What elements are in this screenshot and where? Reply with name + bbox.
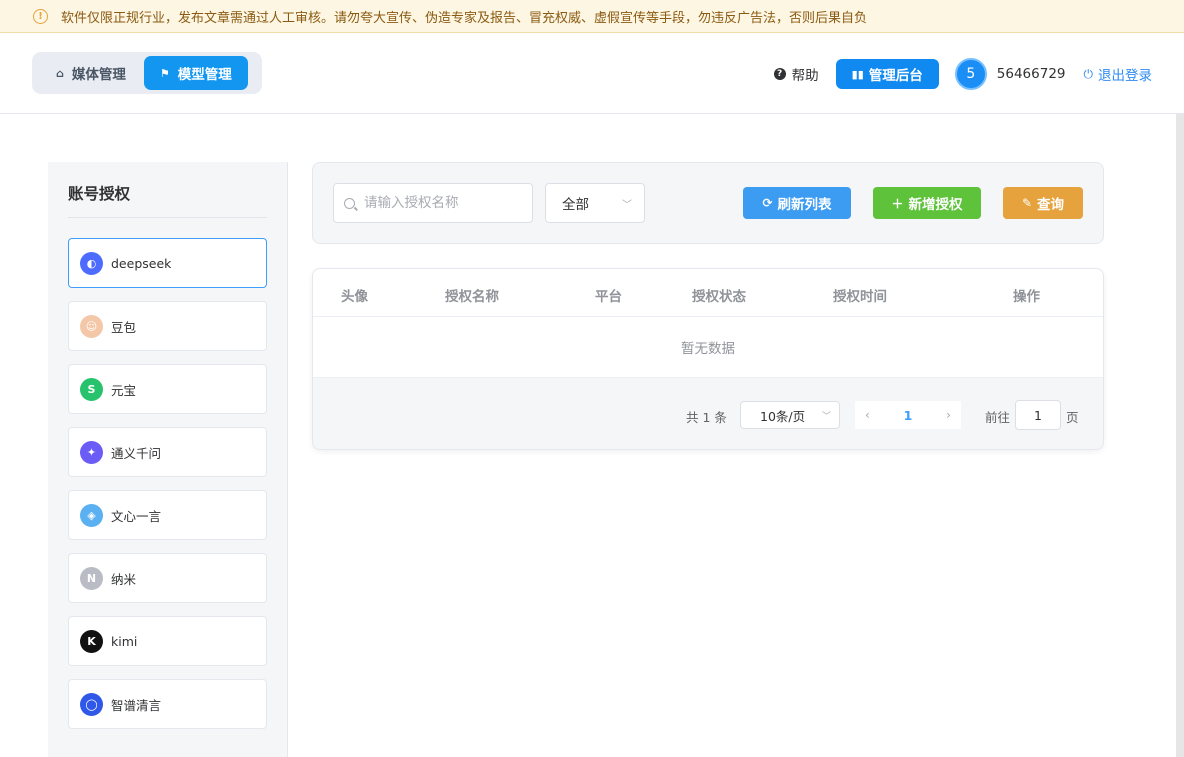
account-item[interactable]: ◈ 文心一言 [68, 490, 267, 540]
goto-label: 前往 [985, 410, 1011, 425]
home-icon: ⌂ [56, 66, 64, 80]
tab-model-management[interactable]: ⚑ 模型管理 [143, 56, 248, 90]
account-item[interactable]: Kkimi [68, 616, 267, 666]
warning-icon: ! [33, 8, 48, 24]
empty-state: 暂无数据 [313, 317, 1103, 378]
account-name: 纳米 [111, 571, 137, 587]
account-item[interactable]: ◯ 智谱清言 [68, 679, 267, 729]
dashboard-icon: ▮▮ [851, 67, 864, 81]
column-header: 头像 [341, 289, 368, 305]
column-header: 平台 [595, 289, 622, 305]
flag-icon: ⚑ [159, 66, 170, 80]
total-count: 共 1 条 [686, 410, 727, 425]
power-icon: ⏻ [1083, 66, 1094, 81]
chevron-down-icon: ﹀ [821, 411, 831, 422]
next-page-icon[interactable]: › [946, 408, 951, 422]
question-icon: ? [773, 68, 786, 80]
notice-bar: ! 软件仅限正规行业，发布文章需通过人工审核。请勿夸大宣传、伪造专家及报告、冒充… [0, 0, 1184, 33]
help-link[interactable]: ? 帮助 [773, 64, 819, 84]
select-value: 全部 [562, 197, 589, 213]
account-item[interactable]: ✦ 通义千问 [68, 427, 267, 477]
tab-media-management[interactable]: ⌂ 媒体管理 [36, 56, 140, 90]
filter-toolbar: 全部 ﹀ ⟳ 刷新列表 ＋ 新增授权 ✎ 查询 [312, 162, 1104, 244]
edit-icon: ✎ [1021, 196, 1033, 210]
avatar[interactable]: 5 [954, 58, 987, 90]
search-icon [344, 197, 355, 209]
account-name: 智谱清言 [111, 697, 162, 713]
query-label: 查询 [1037, 197, 1065, 213]
column-header: 授权状态 [692, 289, 746, 305]
account-name: 豆包 [111, 319, 137, 335]
zhipu-logo-icon: ◯ [80, 692, 103, 716]
top-header: ⌂ 媒体管理 ⚑ 模型管理 ? 帮助 ▮▮ 管理后台 5 56466729 ⏻ … [0, 33, 1184, 114]
page-size-select[interactable]: 10条/页 ﹀ [740, 401, 840, 429]
logout-label: 退出登录 [1098, 68, 1152, 84]
current-page[interactable]: 1 [904, 408, 913, 423]
refresh-icon: ⟳ [762, 196, 773, 210]
goto-page-input[interactable]: 1 [1015, 400, 1061, 430]
column-header: 操作 [1013, 289, 1040, 305]
page-scrollbar[interactable] [1176, 114, 1184, 757]
status-filter-select[interactable]: 全部 ﹀ [545, 183, 645, 223]
account-name: kimi [111, 633, 138, 649]
sidebar-title: 账号授权 [68, 182, 267, 218]
admin-console-button[interactable]: ▮▮ 管理后台 [835, 59, 939, 89]
account-name: deepseek [111, 255, 172, 271]
user-id: 56466729 [996, 66, 1066, 82]
nav-tabs: ⌂ 媒体管理 ⚑ 模型管理 [32, 52, 262, 94]
yuanbao-logo-icon: S [80, 377, 103, 401]
tab-label: 模型管理 [177, 67, 232, 83]
account-item[interactable]: ◐ deepseek [68, 238, 267, 288]
prev-page-icon[interactable]: ‹ [865, 408, 870, 422]
search-input[interactable] [364, 195, 524, 211]
refresh-label: 刷新列表 [777, 197, 832, 213]
account-name: 元宝 [111, 382, 137, 398]
page-navigator: ‹ 1 › [855, 401, 961, 429]
authorization-table: 头像 授权名称 平台 授权状态 授权时间 操作 暂无数据 共 1 条 10条/页… [312, 268, 1104, 450]
account-item[interactable]: N 纳米 [68, 553, 267, 603]
page-size-value: 10条/页 [760, 408, 806, 424]
plus-icon: ＋ [891, 196, 904, 211]
column-header: 授权名称 [445, 289, 499, 305]
refresh-list-button[interactable]: ⟳ 刷新列表 [743, 187, 851, 219]
nami-logo-icon: N [80, 566, 103, 590]
search-box [333, 183, 533, 223]
account-item[interactable]: ☺ 豆包 [68, 301, 267, 351]
wenxin-logo-icon: ◈ [80, 503, 103, 527]
header-actions: ? 帮助 ▮▮ 管理后台 5 56466729 ⏻ 退出登录 [773, 58, 1153, 90]
account-list: ◐ deepseek ☺ 豆包 S 元宝 ✦ 通义千问 ◈ 文心一言 N 纳米 Kkimi ◯ 智谱清言 [68, 238, 267, 729]
doubao-logo-icon: ☺ [80, 314, 103, 338]
deepseek-logo-icon: ◐ [80, 251, 103, 275]
chevron-down-icon: ﹀ [622, 199, 632, 211]
logout-link[interactable]: ⏻ 退出登录 [1083, 64, 1153, 85]
query-button[interactable]: ✎ 查询 [1003, 187, 1083, 219]
column-header: 授权时间 [833, 289, 887, 305]
help-label: 帮助 [791, 68, 819, 84]
kimi-logo-icon: K [80, 629, 103, 653]
account-name: 通义千问 [111, 445, 162, 461]
tab-label: 媒体管理 [71, 67, 126, 83]
add-authorization-button[interactable]: ＋ 新增授权 [873, 187, 981, 219]
account-sidebar: 账号授权 ◐ deepseek ☺ 豆包 S 元宝 ✦ 通义千问 ◈ 文心一言 N 纳米 Kkimi ◯ 智… [48, 162, 288, 757]
admin-label: 管理后台 [868, 68, 923, 84]
pagination: 共 1 条 10条/页 ﹀ ‹ 1 › 前往 1 页 [313, 378, 1103, 449]
notice-text: 软件仅限正规行业，发布文章需通过人工审核。请勿夸大宣传、伪造专家及报告、冒充权威… [61, 10, 868, 26]
account-item[interactable]: S 元宝 [68, 364, 267, 414]
add-label: 新增授权 [908, 197, 963, 213]
account-name: 文心一言 [111, 508, 162, 524]
page-unit-label: 页 [1066, 410, 1079, 425]
table-header: 头像 授权名称 平台 授权状态 授权时间 操作 [313, 269, 1103, 317]
tongyi-logo-icon: ✦ [80, 440, 103, 464]
